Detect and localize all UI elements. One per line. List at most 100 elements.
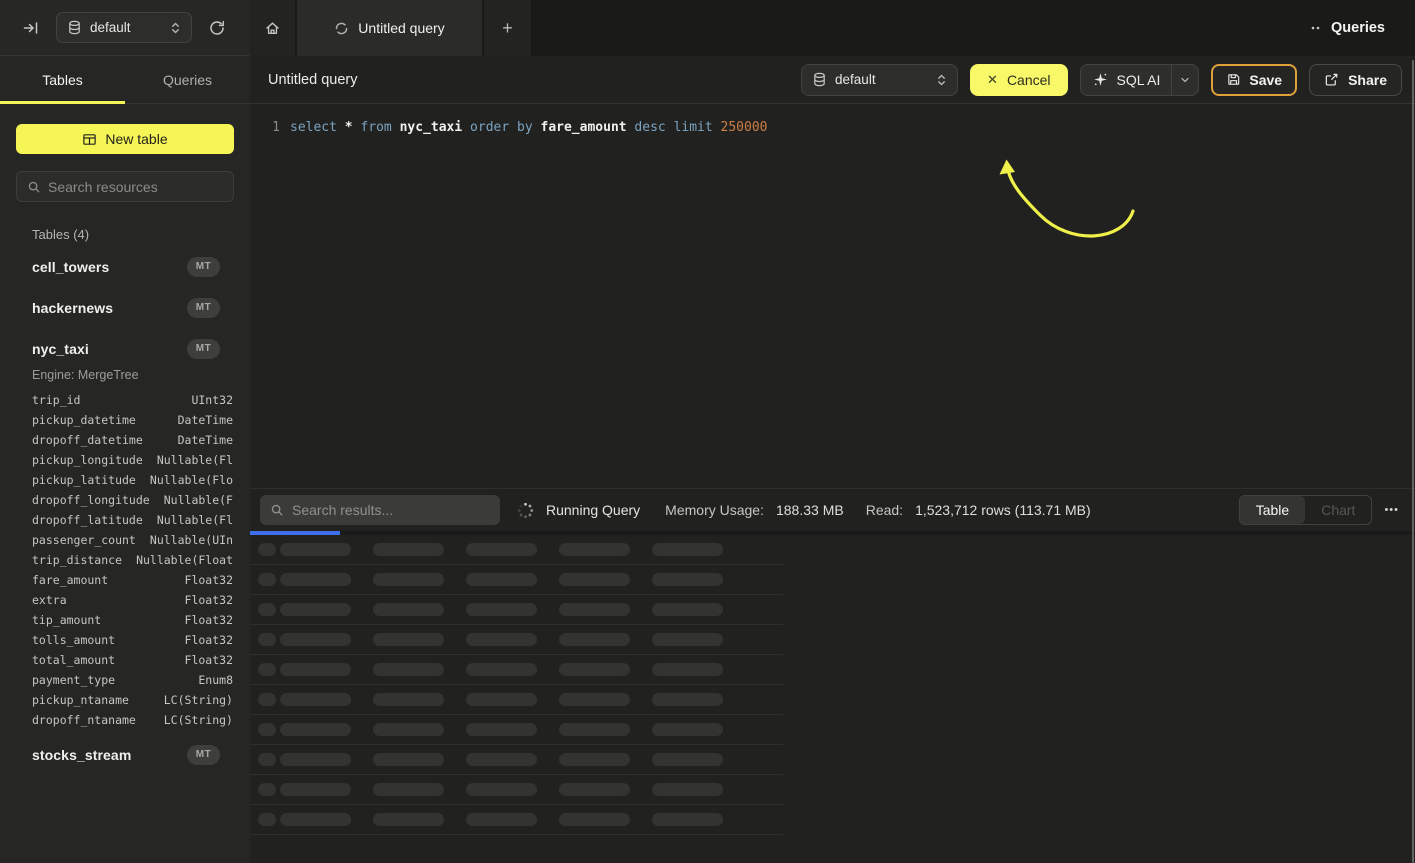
sql-ai-label: SQL AI xyxy=(1117,72,1161,88)
column-type: UInt32 xyxy=(191,393,233,407)
share-button[interactable]: Share xyxy=(1309,64,1402,96)
sql-editor[interactable]: 1 select * from nyc_taxi order by fare_a… xyxy=(250,104,1415,488)
skeleton-cell xyxy=(258,633,276,646)
sparkle-icon xyxy=(1093,72,1108,87)
read-value: 1,523,712 rows (113.71 MB) xyxy=(915,502,1091,518)
skeleton-cell xyxy=(280,633,351,646)
column-name: pickup_datetime xyxy=(32,413,136,427)
skeleton-cell xyxy=(373,753,444,766)
column-name: dropoff_ntaname xyxy=(32,713,136,727)
skeleton-cell xyxy=(466,663,537,676)
table-columns: trip_idUInt32pickup_datetimeDateTimedrop… xyxy=(32,390,233,730)
sql-ai-button[interactable]: SQL AI xyxy=(1080,64,1200,96)
column-type: Nullable(Fl xyxy=(157,513,233,527)
share-icon xyxy=(1324,72,1339,87)
skeleton-cell xyxy=(373,693,444,706)
new-table-button[interactable]: New table xyxy=(16,124,234,154)
skeleton-cell xyxy=(280,543,351,556)
column-row: tolls_amountFloat32 xyxy=(32,630,233,650)
skeleton-cell xyxy=(280,723,351,736)
skeleton-cell xyxy=(373,633,444,646)
sidebar-table-cell_towers[interactable]: cell_towersMT xyxy=(32,250,233,283)
skeleton-cell xyxy=(559,783,630,796)
skeleton-cell xyxy=(466,573,537,586)
skeleton-cell xyxy=(258,723,276,736)
skeleton-row xyxy=(250,715,783,745)
column-name: dropoff_datetime xyxy=(32,433,143,447)
top-bar: default Untitled query xyxy=(0,0,1415,56)
column-row: dropoff_datetime DateTime xyxy=(32,430,233,450)
queries-link[interactable]: Queries xyxy=(1309,0,1415,56)
skeleton-cell xyxy=(466,753,537,766)
column-row: dropoff_ntanameLC(String) xyxy=(32,710,233,730)
skeleton-cell xyxy=(652,783,723,796)
tab-queries[interactable]: Queries xyxy=(125,56,250,103)
column-type: Float32 xyxy=(185,613,233,627)
database-selector[interactable]: default xyxy=(56,12,192,43)
skeleton-row xyxy=(250,775,783,805)
page-scrollbar[interactable] xyxy=(1412,60,1414,863)
skeleton-cell xyxy=(652,723,723,736)
column-row: tip_amountFloat32 xyxy=(32,610,233,630)
cancel-x-icon: ✕ xyxy=(987,72,998,88)
column-name: trip_id xyxy=(32,393,80,407)
save-button[interactable]: Save xyxy=(1211,64,1297,96)
skeleton-cell xyxy=(652,693,723,706)
tab-title: Untitled query xyxy=(358,20,444,36)
query-database-selector[interactable]: default xyxy=(801,64,958,96)
skeleton-cell xyxy=(466,543,537,556)
skeleton-cell xyxy=(559,663,630,676)
search-icon xyxy=(27,180,41,194)
refresh-icon[interactable] xyxy=(208,19,226,37)
sidebar-header: default xyxy=(0,0,250,56)
column-row: dropoff_latitudeNullable(Fl xyxy=(32,510,233,530)
tab-untitled-query[interactable]: Untitled query xyxy=(297,0,482,56)
column-name: total_amount xyxy=(32,653,115,667)
sidebar-table-stocks_stream[interactable]: stocks_streamMT xyxy=(32,738,233,771)
chevron-updown-icon xyxy=(170,21,181,35)
more-options-icon[interactable]: ••• xyxy=(1384,504,1399,516)
sidebar-table-hackernews[interactable]: hackernewsMT xyxy=(32,291,233,324)
collapse-sidebar-icon[interactable] xyxy=(22,19,40,37)
new-tab-button[interactable]: + xyxy=(484,0,531,56)
queries-link-label: Queries xyxy=(1331,20,1385,36)
column-row: extraFloat32 xyxy=(32,590,233,610)
sql-ai-caret[interactable] xyxy=(1172,65,1198,95)
engine-badge: MT xyxy=(187,298,220,318)
view-toggle: Table Chart xyxy=(1239,495,1373,525)
query-progress-bar xyxy=(250,531,340,535)
skeleton-cell xyxy=(373,543,444,556)
column-row: pickup_ntanameLC(String) xyxy=(32,690,233,710)
engine-badge: MT xyxy=(187,745,220,765)
column-type: DateTime xyxy=(178,433,233,447)
chevron-updown-icon xyxy=(936,73,947,87)
results-search-input[interactable] xyxy=(292,502,490,518)
share-label: Share xyxy=(1348,72,1387,88)
home-tab[interactable] xyxy=(250,0,295,56)
tab-tables[interactable]: Tables xyxy=(0,56,125,103)
column-type: Float32 xyxy=(185,653,233,667)
skeleton-cell xyxy=(373,603,444,616)
annotation-arrow xyxy=(995,153,1155,253)
toggle-table[interactable]: Table xyxy=(1240,496,1305,524)
query-progress-track xyxy=(250,531,1415,535)
sidebar-table-nyc_taxi[interactable]: nyc_taxiMT xyxy=(32,332,233,365)
skeleton-cell xyxy=(373,663,444,676)
tab-tables-label: Tables xyxy=(42,72,82,88)
skeleton-cell xyxy=(373,723,444,736)
toggle-chart-label: Chart xyxy=(1321,502,1355,518)
column-type: DateTime xyxy=(178,413,233,427)
skeleton-cell xyxy=(652,813,723,826)
resources-search-input[interactable] xyxy=(48,179,223,195)
toggle-chart[interactable]: Chart xyxy=(1305,496,1371,524)
column-name: pickup_longitude xyxy=(32,453,143,467)
results-search[interactable] xyxy=(260,495,500,525)
column-row: payment_typeEnum8 xyxy=(32,670,233,690)
cancel-button[interactable]: ✕ Cancel xyxy=(970,64,1068,96)
skeleton-row xyxy=(250,805,783,835)
skeleton-cell xyxy=(559,753,630,766)
resources-search[interactable] xyxy=(16,171,234,202)
column-type: Float32 xyxy=(185,573,233,587)
query-title: Untitled query xyxy=(268,72,357,88)
skeleton-cell xyxy=(652,603,723,616)
